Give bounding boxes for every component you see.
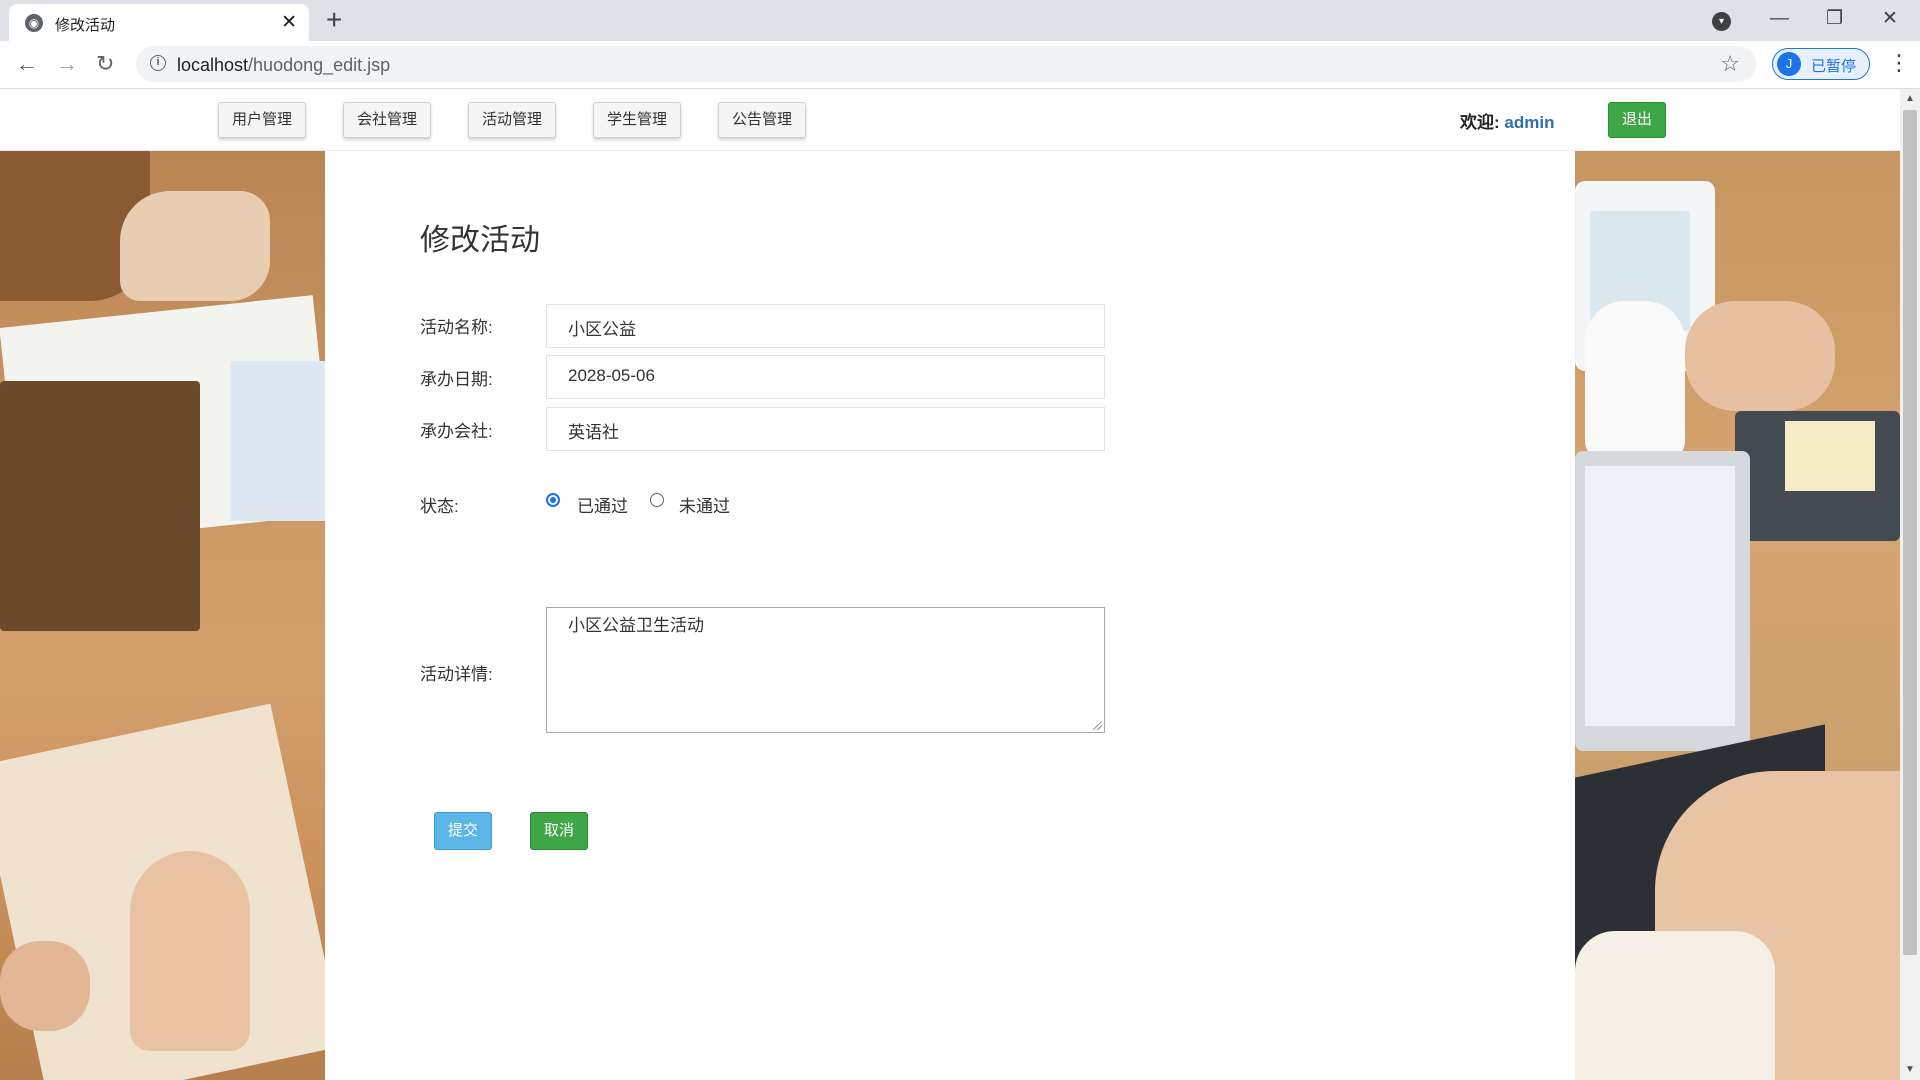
- cancel-button[interactable]: 取消: [530, 812, 588, 850]
- new-tab-icon[interactable]: +: [326, 5, 342, 35]
- host-club-input[interactable]: 英语社: [546, 407, 1105, 451]
- status-option-rejected: 未通过: [679, 497, 730, 516]
- window-close-icon[interactable]: ✕: [1882, 4, 1898, 34]
- activity-detail-textarea[interactable]: 小区公益卫生活动: [546, 607, 1105, 733]
- page-scrollbar[interactable]: ▲ ▼: [1900, 89, 1920, 1080]
- browser-toolbar: ← → ↻ i localhost/huodong_edit.jsp ☆ J 已…: [0, 41, 1920, 89]
- profile-button[interactable]: J 已暂停: [1772, 48, 1870, 80]
- page-title: 修改活动: [420, 224, 540, 257]
- nav-item-notices[interactable]: 公告管理: [718, 102, 806, 138]
- browser-tab[interactable]: ◉ 修改活动 ✕: [9, 4, 309, 41]
- submit-button[interactable]: 提交: [434, 812, 492, 850]
- logout-button[interactable]: 退出: [1608, 102, 1666, 138]
- activity-name-input[interactable]: 小区公益: [546, 304, 1105, 348]
- tab-search-icon[interactable]: ▾: [1712, 12, 1731, 31]
- host-date-label: 承办日期:: [420, 370, 493, 389]
- nav-item-activities[interactable]: 活动管理: [468, 102, 556, 138]
- activity-name-label: 活动名称:: [420, 318, 493, 337]
- main-content: 修改活动 活动名称: 小区公益 承办日期: 2028-05-06 承办会社: 英…: [325, 151, 1575, 1080]
- scrollbar-thumb[interactable]: [1903, 110, 1917, 955]
- tab-close-icon[interactable]: ✕: [281, 11, 297, 34]
- minimize-icon[interactable]: —: [1770, 4, 1789, 34]
- tab-title: 修改活动: [55, 17, 116, 34]
- page-viewport: 用户管理 会社管理 活动管理 学生管理 公告管理 欢迎: admin 退出 修改…: [0, 89, 1900, 1080]
- address-bar[interactable]: i localhost/huodong_edit.jsp ☆: [136, 46, 1756, 82]
- forward-icon[interactable]: →: [56, 50, 78, 78]
- site-info-icon[interactable]: i: [150, 55, 166, 71]
- nav-item-users[interactable]: 用户管理: [218, 102, 306, 138]
- nav-item-clubs[interactable]: 会社管理: [343, 102, 431, 138]
- host-club-label: 承办会社:: [420, 422, 493, 441]
- url-text: localhost/huodong_edit.jsp: [177, 55, 391, 75]
- reload-icon[interactable]: ↻: [96, 50, 114, 78]
- top-nav: 用户管理 会社管理 活动管理 学生管理 公告管理 欢迎: admin 退出: [0, 89, 1900, 151]
- avatar: J: [1777, 52, 1801, 76]
- back-icon[interactable]: ←: [16, 50, 38, 78]
- status-option-approved: 已通过: [577, 497, 628, 516]
- status-radio-approved[interactable]: [546, 493, 560, 507]
- welcome-text: 欢迎: admin: [1460, 108, 1554, 133]
- status-label: 状态:: [420, 497, 459, 516]
- nav-item-students[interactable]: 学生管理: [593, 102, 681, 138]
- scroll-up-icon[interactable]: ▲: [1900, 89, 1920, 109]
- resize-handle-icon[interactable]: [1093, 721, 1102, 730]
- background-photo-left: [0, 151, 325, 1080]
- profile-status: 已暂停: [1811, 58, 1857, 75]
- status-radio-rejected[interactable]: [650, 493, 664, 507]
- browser-tab-bar: ◉ 修改活动 ✕ + ▾ — ❐ ✕: [0, 0, 1920, 41]
- globe-icon: ◉: [25, 14, 43, 32]
- username: admin: [1504, 113, 1555, 132]
- activity-detail-text: 小区公益卫生活动: [568, 616, 704, 635]
- activity-detail-label: 活动详情:: [420, 665, 493, 684]
- background-photo-right: [1575, 151, 1900, 1080]
- restore-icon[interactable]: ❐: [1826, 4, 1843, 34]
- scroll-down-icon[interactable]: ▼: [1900, 1060, 1920, 1080]
- welcome-label: 欢迎:: [1460, 113, 1500, 132]
- more-menu-icon[interactable]: ⋮: [1888, 49, 1910, 77]
- host-date-input[interactable]: 2028-05-06: [546, 355, 1105, 399]
- bookmark-star-icon[interactable]: ☆: [1720, 51, 1740, 77]
